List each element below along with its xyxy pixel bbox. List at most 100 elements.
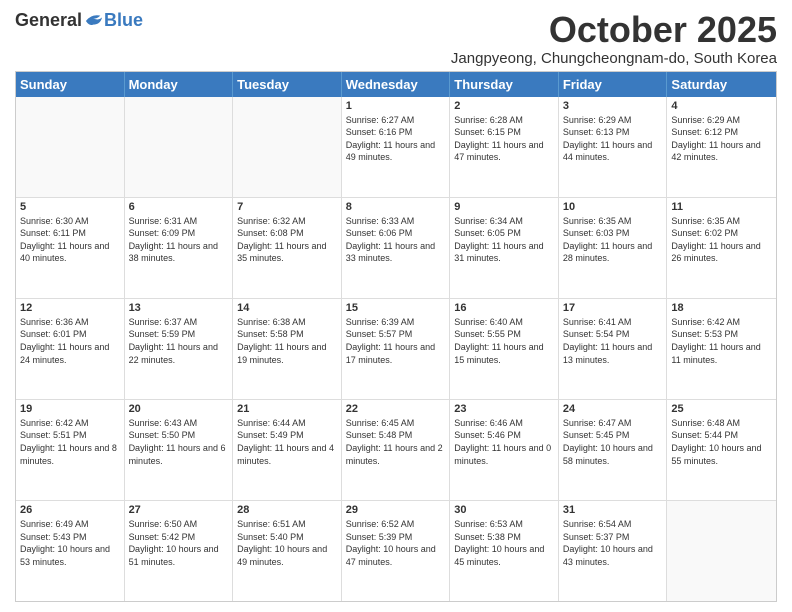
calendar-day-8: 8 Sunrise: 6:33 AM Sunset: 6:06 PM Daylig… (342, 198, 451, 298)
calendar-day-13: 13 Sunrise: 6:37 AM Sunset: 5:59 PM Dayli… (125, 299, 234, 399)
day-info: Sunrise: 6:39 AM Sunset: 5:57 PM Dayligh… (346, 316, 446, 366)
day-info: Sunrise: 6:54 AM Sunset: 5:37 PM Dayligh… (563, 518, 663, 568)
day-info: Sunrise: 6:34 AM Sunset: 6:05 PM Dayligh… (454, 215, 554, 265)
logo-bird-icon (84, 12, 104, 30)
day-number: 8 (346, 201, 446, 213)
header-sunday: Sunday (16, 72, 125, 97)
header: General Blue October 2025 Jangpyeong, Ch… (15, 10, 777, 67)
calendar-header: Sunday Monday Tuesday Wednesday Thursday… (16, 72, 776, 97)
calendar-day-17: 17 Sunrise: 6:41 AM Sunset: 5:54 PM Dayli… (559, 299, 668, 399)
day-number: 15 (346, 302, 446, 314)
day-number: 25 (671, 403, 772, 415)
day-number: 13 (129, 302, 229, 314)
calendar-day-28: 28Sunrise: 6:51 AM Sunset: 5:40 PM Dayli… (233, 501, 342, 601)
day-info: Sunrise: 6:41 AM Sunset: 5:54 PM Dayligh… (563, 316, 663, 366)
logo: General Blue (15, 10, 143, 31)
calendar-day-20: 20Sunrise: 6:43 AM Sunset: 5:50 PM Dayli… (125, 400, 234, 500)
calendar-cell-empty (125, 97, 234, 197)
calendar-day-27: 27Sunrise: 6:50 AM Sunset: 5:42 PM Dayli… (125, 501, 234, 601)
calendar-day-2: 2 Sunrise: 6:28 AM Sunset: 6:15 PM Daylig… (450, 97, 559, 197)
day-number: 3 (563, 100, 663, 112)
calendar-day-10: 10Sunrise: 6:35 AM Sunset: 6:03 PM Dayli… (559, 198, 668, 298)
calendar-cell-empty (233, 97, 342, 197)
day-info: Sunrise: 6:27 AM Sunset: 6:16 PM Dayligh… (346, 114, 446, 164)
header-wednesday: Wednesday (342, 72, 451, 97)
calendar-day-18: 18 Sunrise: 6:42 AM Sunset: 5:53 PM Dayli… (667, 299, 776, 399)
day-info: Sunrise: 6:44 AM Sunset: 5:49 PM Dayligh… (237, 417, 337, 467)
calendar-day-24: 24Sunrise: 6:47 AM Sunset: 5:45 PM Dayli… (559, 400, 668, 500)
calendar-cell-empty (667, 501, 776, 601)
calendar-day-14: 14 Sunrise: 6:38 AM Sunset: 5:58 PM Dayli… (233, 299, 342, 399)
day-number: 23 (454, 403, 554, 415)
calendar-day-31: 31Sunrise: 6:54 AM Sunset: 5:37 PM Dayli… (559, 501, 668, 601)
day-info: Sunrise: 6:37 AM Sunset: 5:59 PM Dayligh… (129, 316, 229, 366)
day-info: Sunrise: 6:42 AM Sunset: 5:53 PM Dayligh… (671, 316, 772, 366)
day-info: Sunrise: 6:48 AM Sunset: 5:44 PM Dayligh… (671, 417, 772, 467)
day-info: Sunrise: 6:53 AM Sunset: 5:38 PM Dayligh… (454, 518, 554, 568)
calendar-day-5: 5 Sunrise: 6:30 AM Sunset: 6:11 PM Daylig… (16, 198, 125, 298)
logo-blue-text: Blue (104, 10, 143, 31)
day-number: 16 (454, 302, 554, 314)
header-saturday: Saturday (667, 72, 776, 97)
day-info: Sunrise: 6:35 AM Sunset: 6:03 PM Dayligh… (563, 215, 663, 265)
day-number: 30 (454, 504, 554, 516)
calendar-day-19: 19Sunrise: 6:42 AM Sunset: 5:51 PM Dayli… (16, 400, 125, 500)
day-number: 22 (346, 403, 446, 415)
calendar-day-4: 4 Sunrise: 6:29 AM Sunset: 6:12 PM Daylig… (667, 97, 776, 197)
day-number: 20 (129, 403, 229, 415)
calendar-day-15: 15 Sunrise: 6:39 AM Sunset: 5:57 PM Dayli… (342, 299, 451, 399)
calendar-day-12: 12Sunrise: 6:36 AM Sunset: 6:01 PM Dayli… (16, 299, 125, 399)
day-number: 4 (671, 100, 772, 112)
calendar-day-3: 3 Sunrise: 6:29 AM Sunset: 6:13 PM Daylig… (559, 97, 668, 197)
calendar-day-6: 6Sunrise: 6:31 AM Sunset: 6:09 PM Daylig… (125, 198, 234, 298)
month-title: October 2025 (451, 10, 777, 50)
day-info: Sunrise: 6:28 AM Sunset: 6:15 PM Dayligh… (454, 114, 554, 164)
day-info: Sunrise: 6:47 AM Sunset: 5:45 PM Dayligh… (563, 417, 663, 467)
day-number: 5 (20, 201, 120, 213)
calendar-day-1: 1 Sunrise: 6:27 AM Sunset: 6:16 PM Daylig… (342, 97, 451, 197)
logo-general-text: General (15, 10, 82, 31)
calendar-week-2: 5 Sunrise: 6:30 AM Sunset: 6:11 PM Daylig… (16, 198, 776, 299)
calendar: Sunday Monday Tuesday Wednesday Thursday… (15, 71, 777, 602)
calendar-day-7: 7Sunrise: 6:32 AM Sunset: 6:08 PM Daylig… (233, 198, 342, 298)
day-info: Sunrise: 6:30 AM Sunset: 6:11 PM Dayligh… (20, 215, 120, 265)
day-number: 12 (20, 302, 120, 314)
day-number: 17 (563, 302, 663, 314)
day-info: Sunrise: 6:33 AM Sunset: 6:06 PM Dayligh… (346, 215, 446, 265)
calendar-week-1: 1 Sunrise: 6:27 AM Sunset: 6:16 PM Daylig… (16, 97, 776, 198)
calendar-day-11: 11 Sunrise: 6:35 AM Sunset: 6:02 PM Dayli… (667, 198, 776, 298)
day-info: Sunrise: 6:32 AM Sunset: 6:08 PM Dayligh… (237, 215, 337, 265)
calendar-day-22: 22 Sunrise: 6:45 AM Sunset: 5:48 PM Dayli… (342, 400, 451, 500)
day-info: Sunrise: 6:51 AM Sunset: 5:40 PM Dayligh… (237, 518, 337, 568)
title-section: October 2025 Jangpyeong, Chungcheongnam-… (451, 10, 777, 67)
calendar-body: 1 Sunrise: 6:27 AM Sunset: 6:16 PM Daylig… (16, 97, 776, 601)
header-monday: Monday (125, 72, 234, 97)
calendar-day-23: 23 Sunrise: 6:46 AM Sunset: 5:46 PM Dayli… (450, 400, 559, 500)
day-info: Sunrise: 6:35 AM Sunset: 6:02 PM Dayligh… (671, 215, 772, 265)
day-info: Sunrise: 6:38 AM Sunset: 5:58 PM Dayligh… (237, 316, 337, 366)
day-info: Sunrise: 6:29 AM Sunset: 6:12 PM Dayligh… (671, 114, 772, 164)
day-info: Sunrise: 6:46 AM Sunset: 5:46 PM Dayligh… (454, 417, 554, 467)
day-info: Sunrise: 6:45 AM Sunset: 5:48 PM Dayligh… (346, 417, 446, 467)
calendar-week-4: 19Sunrise: 6:42 AM Sunset: 5:51 PM Dayli… (16, 400, 776, 501)
calendar-day-26: 26 Sunrise: 6:49 AM Sunset: 5:43 PM Dayli… (16, 501, 125, 601)
calendar-day-30: 30 Sunrise: 6:53 AM Sunset: 5:38 PM Dayli… (450, 501, 559, 601)
day-number: 26 (20, 504, 120, 516)
location-title: Jangpyeong, Chungcheongnam-do, South Kor… (451, 50, 777, 67)
day-number: 14 (237, 302, 337, 314)
day-number: 21 (237, 403, 337, 415)
day-info: Sunrise: 6:49 AM Sunset: 5:43 PM Dayligh… (20, 518, 120, 568)
day-number: 27 (129, 504, 229, 516)
day-number: 1 (346, 100, 446, 112)
day-number: 11 (671, 201, 772, 213)
calendar-day-9: 9Sunrise: 6:34 AM Sunset: 6:05 PM Daylig… (450, 198, 559, 298)
day-info: Sunrise: 6:29 AM Sunset: 6:13 PM Dayligh… (563, 114, 663, 164)
calendar-day-25: 25 Sunrise: 6:48 AM Sunset: 5:44 PM Dayli… (667, 400, 776, 500)
calendar-day-29: 29 Sunrise: 6:52 AM Sunset: 5:39 PM Dayli… (342, 501, 451, 601)
day-info: Sunrise: 6:52 AM Sunset: 5:39 PM Dayligh… (346, 518, 446, 568)
day-number: 2 (454, 100, 554, 112)
calendar-week-5: 26 Sunrise: 6:49 AM Sunset: 5:43 PM Dayli… (16, 501, 776, 601)
day-number: 29 (346, 504, 446, 516)
day-number: 18 (671, 302, 772, 314)
header-tuesday: Tuesday (233, 72, 342, 97)
